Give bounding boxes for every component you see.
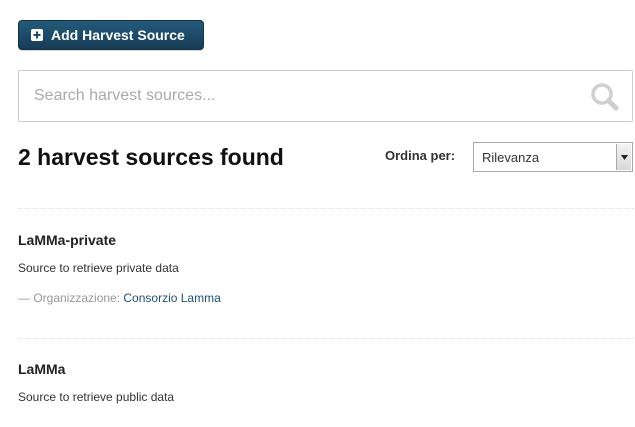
sort-selected-value: Rilevanza bbox=[482, 150, 540, 165]
add-harvest-source-label: Add Harvest Source bbox=[51, 27, 185, 43]
add-harvest-source-button[interactable]: Add Harvest Source bbox=[18, 20, 204, 50]
sort-label: Ordina per: bbox=[385, 148, 456, 163]
plus-square-icon bbox=[31, 29, 43, 41]
harvest-source-description: Source to retrieve public data bbox=[18, 390, 175, 404]
harvest-source-organization: — Organizzazione: Consorzio Lamma bbox=[18, 290, 221, 306]
divider bbox=[18, 338, 633, 339]
results-count-heading: 2 harvest sources found bbox=[18, 144, 284, 170]
organization-label: — Organizzazione: bbox=[18, 291, 124, 305]
harvest-source-description: Source to retrieve private data bbox=[18, 261, 179, 275]
chevron-down-icon bbox=[616, 144, 631, 170]
search-icon[interactable] bbox=[590, 82, 620, 112]
harvest-source-title[interactable]: LaMMa-private bbox=[18, 231, 116, 249]
search-input[interactable] bbox=[19, 71, 579, 121]
organization-link[interactable]: Consorzio Lamma bbox=[123, 291, 220, 305]
sort-select[interactable]: Rilevanza bbox=[473, 142, 633, 172]
harvest-source-title[interactable]: LaMMa bbox=[18, 360, 65, 378]
divider bbox=[18, 208, 633, 209]
search-box bbox=[18, 70, 633, 122]
